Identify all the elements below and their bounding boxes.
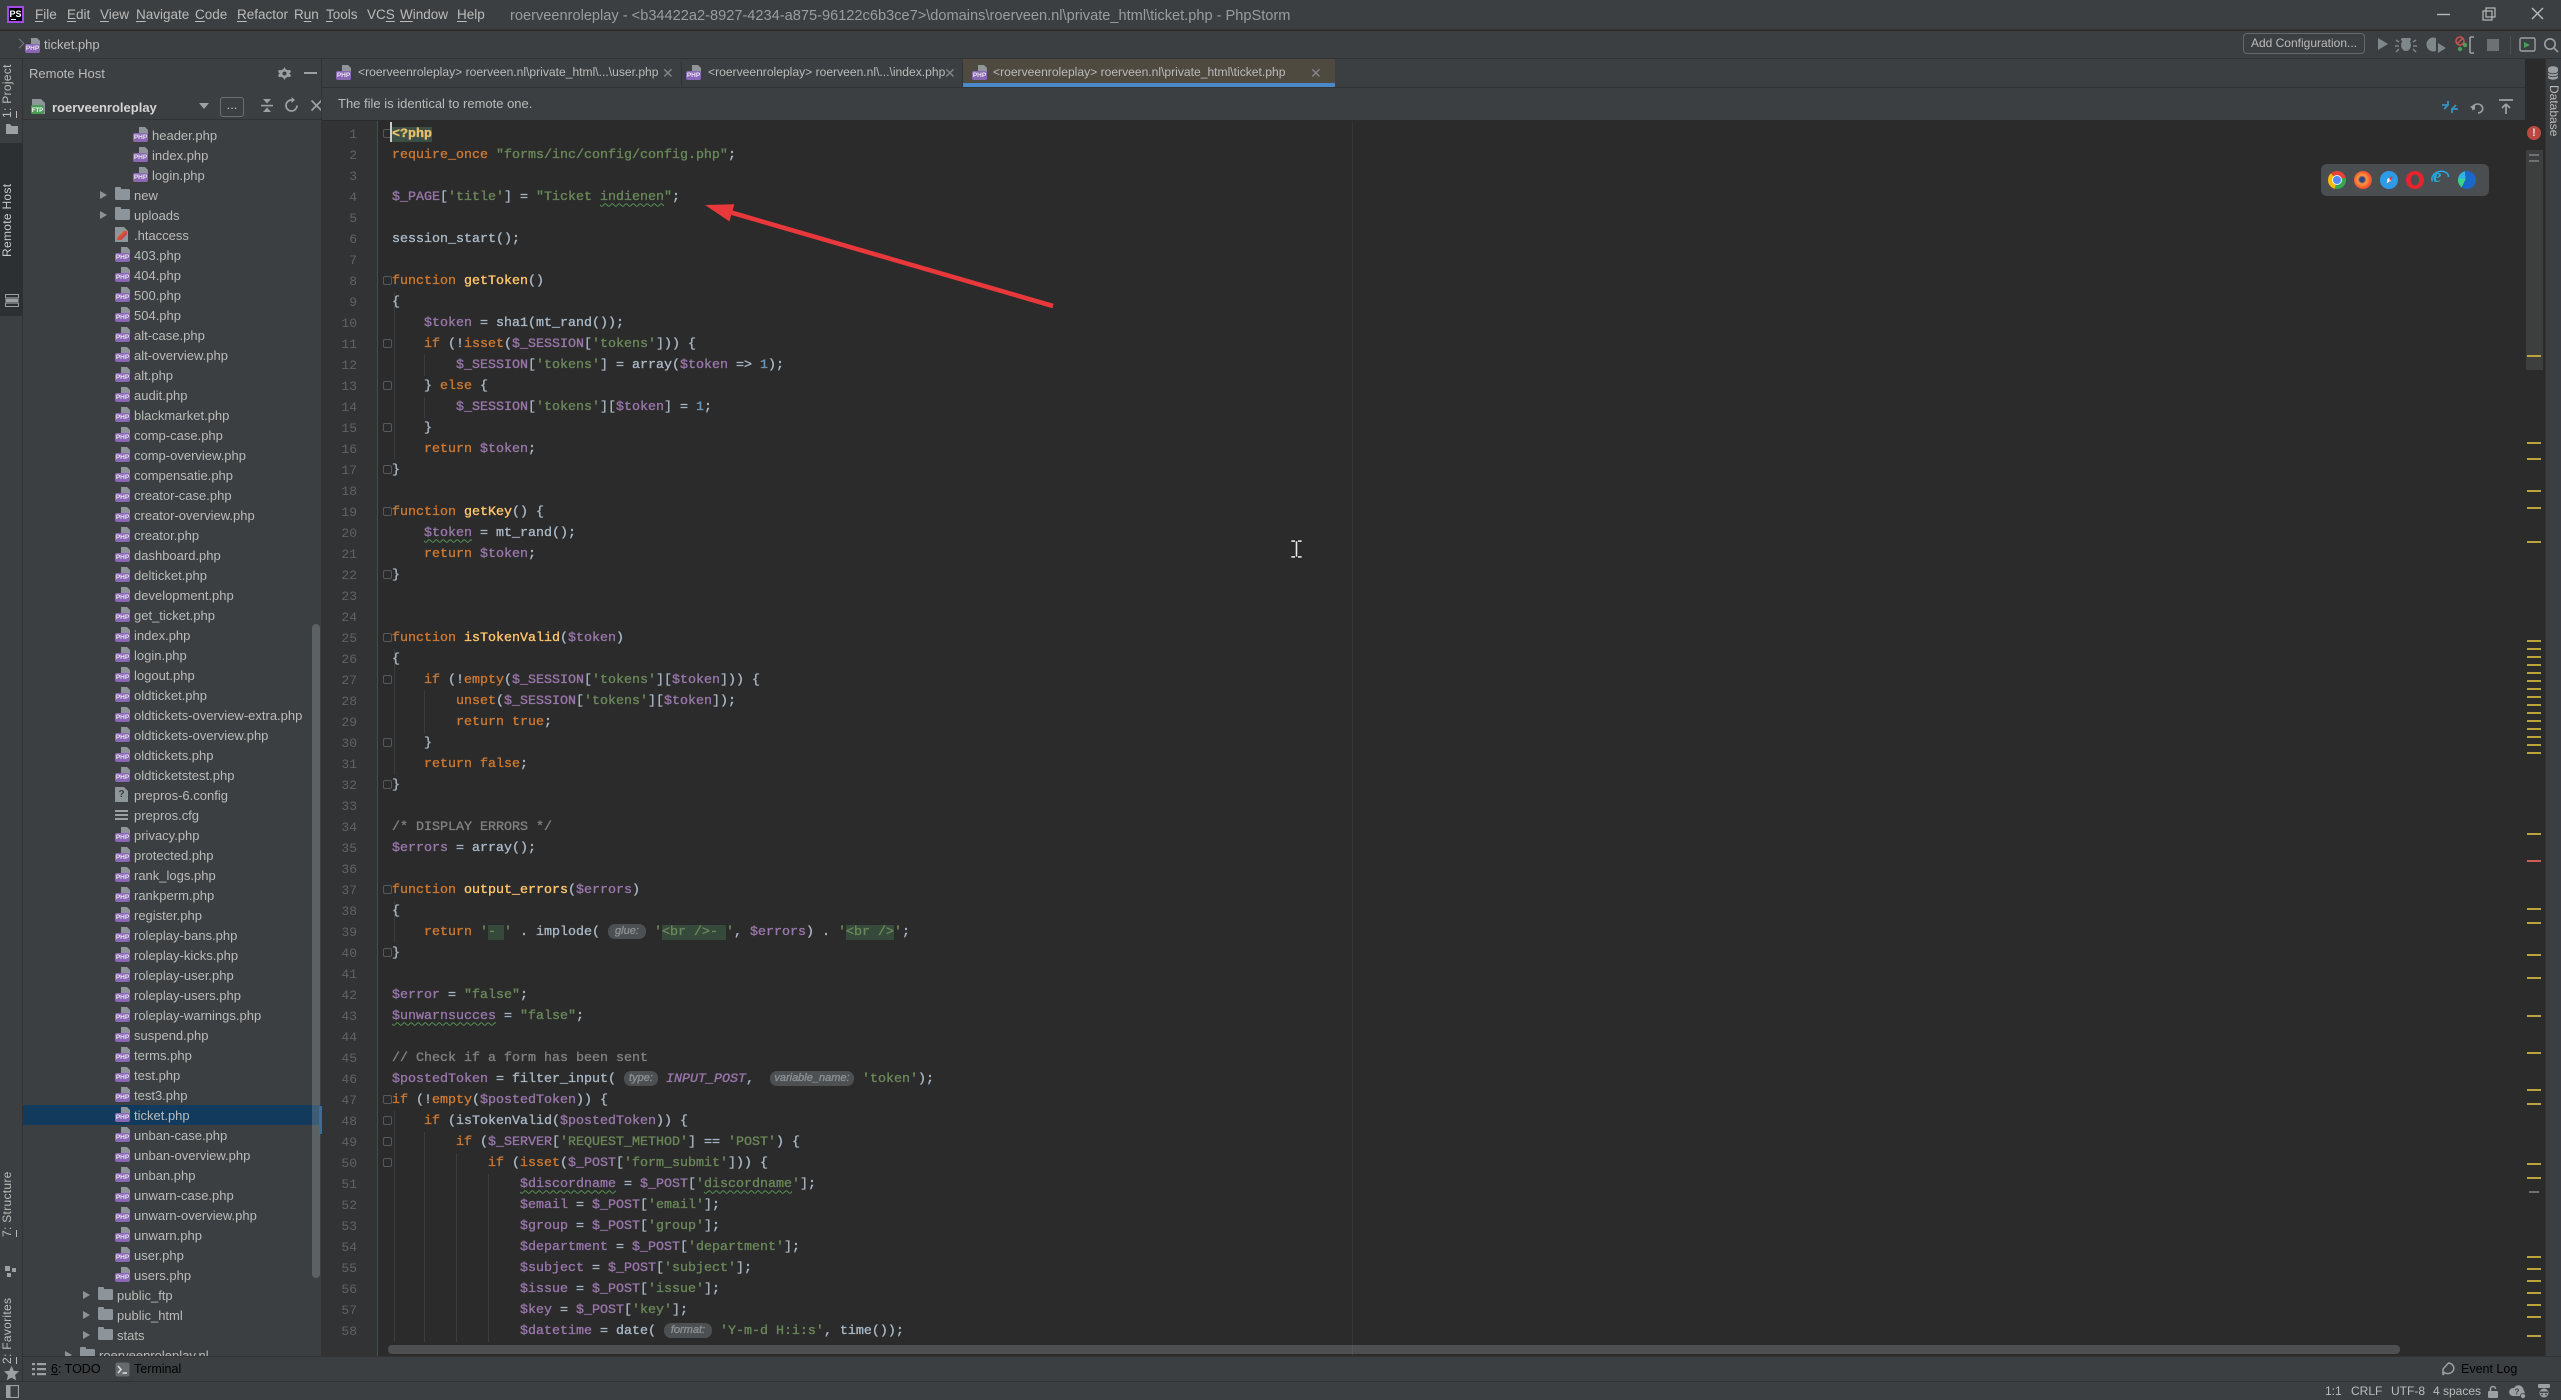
- svg-text:?: ?: [2515, 1388, 2520, 1397]
- svg-text:FTP: FTP: [32, 108, 43, 114]
